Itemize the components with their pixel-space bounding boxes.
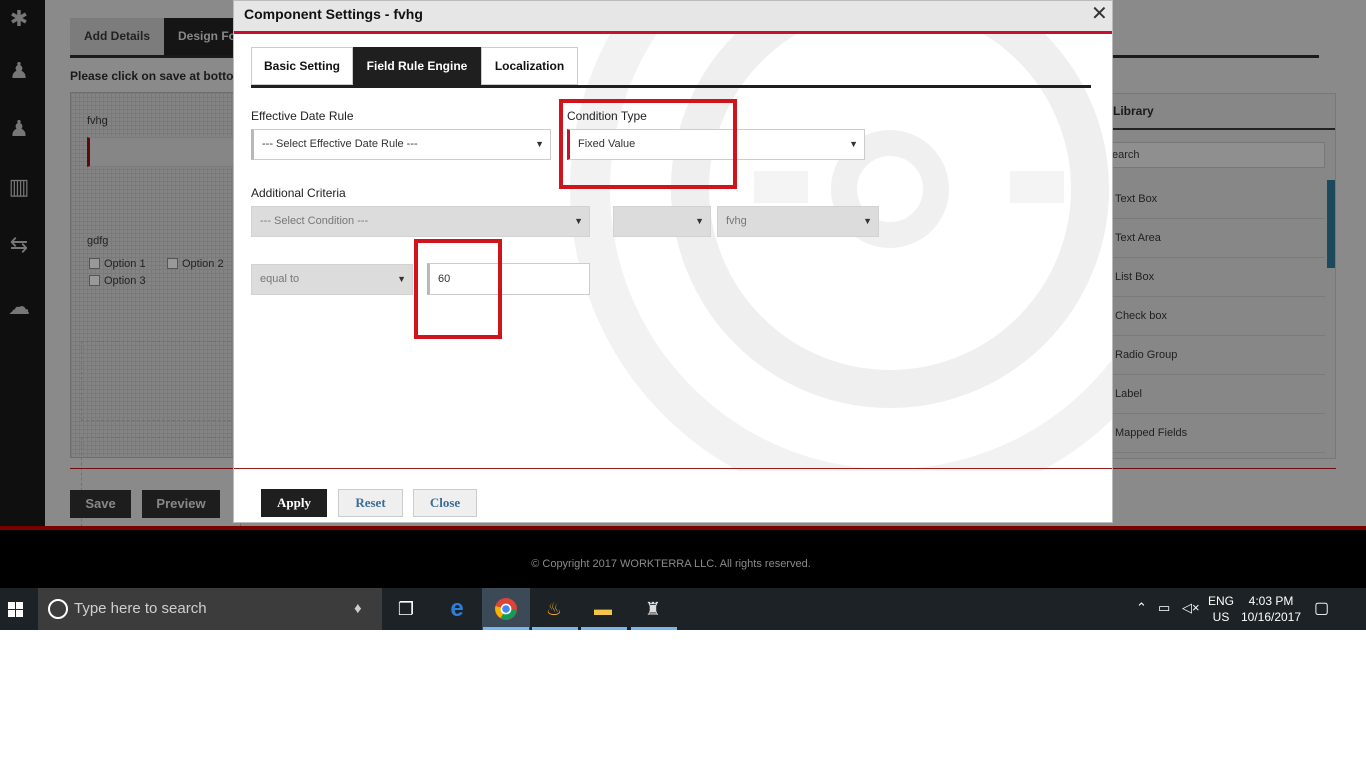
field-label: fvhg	[87, 115, 108, 127]
lang-line: ENG	[1208, 594, 1235, 608]
save-button[interactable]: Save	[70, 490, 131, 518]
tab-design-form[interactable]: Design Fo	[164, 18, 244, 56]
show-hidden-icons-chevron-icon[interactable]: ⌃	[1136, 600, 1147, 616]
tab-field-rule-engine[interactable]: Field Rule Engine	[353, 47, 481, 85]
dialog-footer-divider	[234, 468, 1112, 469]
caret-down-icon: ▼	[574, 216, 583, 226]
component-library: Library earch Text Box Text Area List Bo…	[1110, 93, 1336, 459]
caret-down-icon: ▼	[397, 274, 406, 284]
flame-app-icon[interactable]: ♨	[538, 594, 570, 624]
dialog-header: Component Settings - fvhg ✕	[234, 1, 1112, 31]
checkbox-option[interactable]: Option 1	[89, 258, 146, 270]
select-value: --- Select Effective Date Rule ---	[262, 138, 418, 150]
file-explorer-icon[interactable]: ▬	[587, 594, 619, 624]
library-underline	[1111, 128, 1335, 130]
taskbar-running-indicator	[532, 627, 578, 630]
desktop-screen: ✱ ♟ ♟ ▥ ⇆ ☁ Add Details Design Fo Please…	[0, 0, 1366, 630]
input-language-indicator[interactable]: ENG US	[1208, 593, 1234, 625]
volume-muted-icon[interactable]: ◁×	[1182, 600, 1200, 616]
library-title: Library	[1113, 104, 1154, 118]
system-clock[interactable]: 4:03 PM 10/16/2017	[1240, 593, 1302, 625]
criteria-middle-select[interactable]: ▼	[613, 206, 711, 237]
paint-app-icon[interactable]: ♜	[637, 594, 669, 624]
dialog-title: Component Settings - fvhg	[244, 6, 423, 22]
highlight-box	[559, 99, 737, 189]
network-icon[interactable]: ▭	[1158, 600, 1170, 616]
library-item[interactable]: Text Area	[1111, 219, 1325, 258]
close-icon[interactable]: ✕	[1091, 3, 1108, 25]
canvas-text-field[interactable]	[87, 137, 247, 167]
library-item[interactable]: Radio Group	[1111, 336, 1325, 375]
caret-down-icon: ▼	[863, 216, 872, 226]
puzzle-icon[interactable]: ✱	[4, 4, 34, 34]
caret-down-icon: ▼	[695, 216, 704, 226]
select-value: fvhg	[726, 215, 747, 227]
component-settings-dialog: Component Settings - fvhg ✕ Basic Settin…	[233, 0, 1113, 523]
library-item[interactable]: Mapped Fields	[1111, 414, 1325, 453]
caret-down-icon: ▼	[849, 139, 858, 149]
effective-date-rule-label: Effective Date Rule	[251, 109, 354, 123]
apply-button[interactable]: Apply	[261, 489, 327, 517]
chat-bubble-icon[interactable]: ☁	[4, 292, 34, 322]
chrome-browser-icon[interactable]	[490, 594, 522, 624]
highlight-box	[414, 239, 502, 339]
library-scrollbar[interactable]	[1327, 180, 1335, 268]
field-label: gdfg	[87, 235, 109, 247]
library-item[interactable]: Check box	[1111, 297, 1325, 336]
library-search-input[interactable]: earch	[1111, 142, 1325, 168]
reset-button[interactable]: Reset	[338, 489, 403, 517]
additional-criteria-label: Additional Criteria	[251, 186, 346, 200]
tabs-underline	[251, 85, 1091, 88]
operator-select[interactable]: equal to ▼	[251, 264, 413, 295]
tab-localization[interactable]: Localization	[481, 47, 578, 85]
caret-down-icon: ▼	[535, 139, 544, 149]
select-value: --- Select Condition ---	[260, 215, 369, 227]
library-item[interactable]: Label	[1111, 375, 1325, 414]
left-sidebar: ✱ ♟ ♟ ▥ ⇆ ☁	[0, 0, 45, 528]
cortana-icon	[48, 599, 68, 619]
taskbar-running-indicator	[581, 627, 627, 630]
windows-start-icon[interactable]	[0, 588, 38, 630]
microphone-icon[interactable]: ♦	[354, 600, 362, 617]
taskbar-search-box[interactable]: Type here to search ♦	[38, 588, 382, 630]
save-hint-text: Please click on save at botton	[70, 69, 241, 83]
task-view-icon[interactable]: ❐	[390, 594, 422, 624]
taskbar-running-indicator	[483, 627, 529, 630]
clock-time: 4:03 PM	[1248, 594, 1294, 608]
transfer-arrows-icon[interactable]: ⇆	[4, 230, 34, 260]
header-accent-line	[234, 31, 1112, 34]
checkbox-option[interactable]: Option 2	[167, 258, 224, 270]
canvas-drop-zone	[81, 341, 241, 421]
action-center-icon[interactable]: ▢	[1314, 598, 1329, 618]
user-add-icon[interactable]: ♟	[4, 56, 34, 86]
watermark-logo-icon	[570, 11, 1112, 471]
library-item[interactable]: Text Box	[1111, 180, 1325, 219]
close-button[interactable]: Close	[413, 489, 477, 517]
checkbox-option[interactable]: Option 3	[89, 275, 146, 287]
preview-button[interactable]: Preview	[142, 490, 220, 518]
select-value: equal to	[260, 273, 300, 285]
taskbar-running-indicator	[631, 627, 677, 630]
effective-date-rule-select[interactable]: --- Select Effective Date Rule --- ▼	[251, 129, 551, 160]
form-canvas[interactable]: fvhg gdfg Option 1 Option 2 Option 3	[70, 92, 247, 547]
bar-chart-icon[interactable]: ▥	[4, 172, 34, 202]
windows-taskbar: Type here to search ♦ ❐ e ♨ ▬ ♜ ⌃ ▭ ◁× E…	[0, 588, 1366, 630]
clock-date: 10/16/2017	[1240, 610, 1302, 624]
criteria-field-select[interactable]: fvhg ▼	[717, 206, 879, 237]
tab-basic-setting[interactable]: Basic Setting	[251, 47, 353, 85]
condition-select[interactable]: --- Select Condition --- ▼	[251, 206, 590, 237]
lang-line: US	[1212, 610, 1230, 624]
library-item[interactable]: List Box	[1111, 258, 1325, 297]
tab-add-details[interactable]: Add Details	[70, 18, 164, 56]
taskbar-search-placeholder: Type here to search	[74, 600, 207, 617]
copyright-text: © Copyright 2017 WORKTERRA LLC. All righ…	[531, 558, 811, 570]
user-icon[interactable]: ♟	[4, 114, 34, 144]
edge-browser-icon[interactable]: e	[441, 594, 473, 624]
